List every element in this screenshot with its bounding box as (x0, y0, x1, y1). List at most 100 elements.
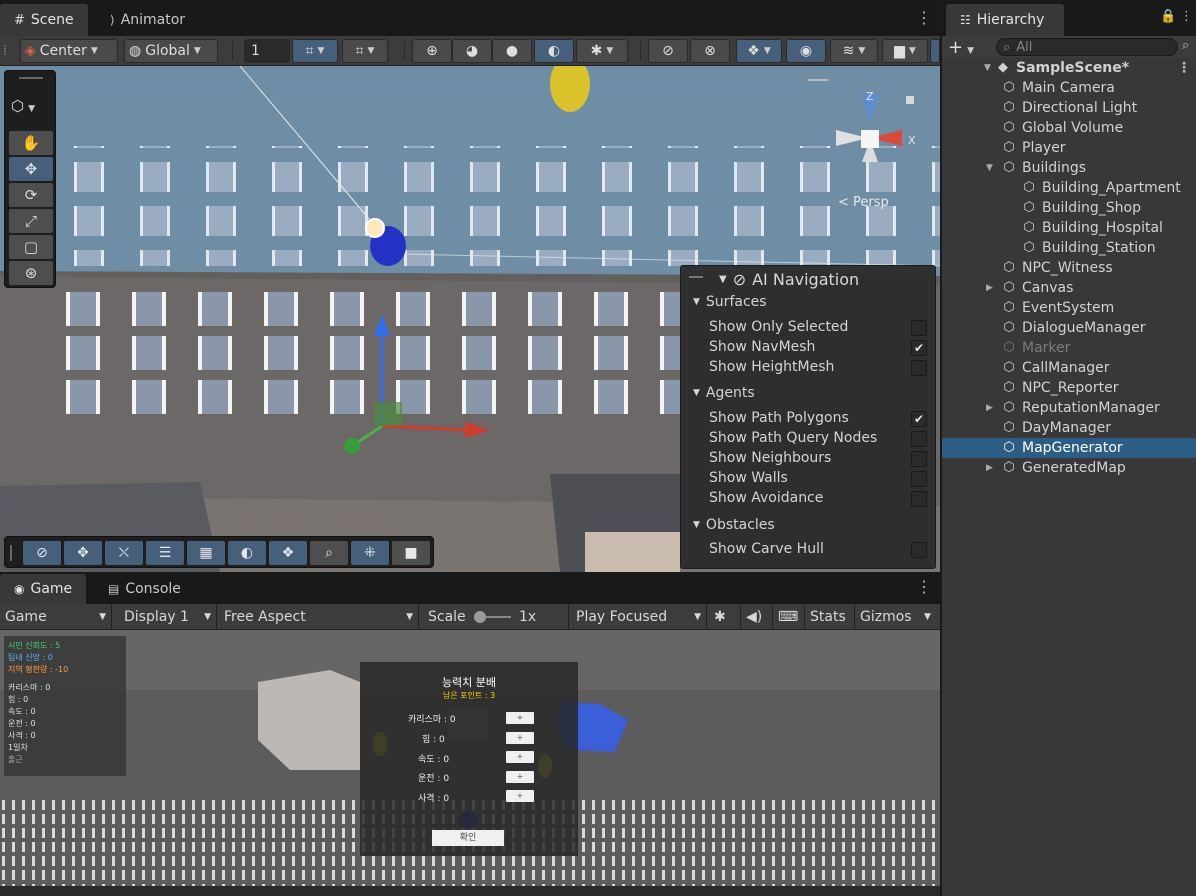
expand-arrow-icon[interactable]: ▶ (986, 283, 998, 293)
bake-button[interactable]: ⛌ (105, 541, 143, 565)
hierarchy-item[interactable]: ⬡ MapGenerator (942, 438, 1196, 458)
lit-button[interactable]: ◐ (534, 39, 574, 63)
grid-size-field[interactable]: 1 (244, 39, 290, 63)
scale-thumb[interactable] (474, 611, 486, 623)
play-mode-dropdown[interactable]: Play Focused ▼ (571, 604, 707, 630)
show-heightmesh-checkbox[interactable] (911, 360, 927, 376)
speed-plus-button[interactable]: + (506, 751, 534, 763)
section-obstacles[interactable]: ▼ Obstacles (693, 517, 775, 533)
create-button[interactable]: + ▼ (948, 37, 974, 58)
scene-more-icon[interactable]: ⋮ (916, 9, 932, 27)
search-tool-button[interactable]: ⌕ (310, 541, 348, 565)
ai-nav-header[interactable]: ▼ ⊘ AI Navigation (719, 270, 859, 289)
rect-tool-button[interactable]: ▢ (9, 235, 53, 259)
tab-hierarchy[interactable]: ☷ Hierarchy (946, 4, 1064, 36)
navmesh-tool-button[interactable]: ⊘ (23, 541, 61, 565)
tab-game[interactable]: ◉ Game (0, 574, 87, 604)
debug-draw-mode-button[interactable]: ✱ ▼ (576, 39, 628, 63)
layers-dropdown[interactable]: ≋ ▼ (830, 39, 878, 63)
transform-tool-button[interactable]: ⊛ (9, 261, 53, 285)
lock-icon[interactable]: 🔒 (1160, 9, 1176, 24)
rotate-tool-button[interactable]: ⟳ (9, 183, 53, 207)
hierarchy-item[interactable]: ⬡ Building_Apartment (942, 178, 1196, 198)
hierarchy-item[interactable]: ⬡ Marker (942, 338, 1196, 358)
show-path-polygons-checkbox[interactable]: ✔ (911, 411, 927, 427)
charisma-plus-button[interactable]: + (506, 712, 534, 724)
move-tool-button[interactable]: ✥ (9, 157, 53, 181)
aspect-dropdown[interactable]: Free Aspect ▼ (219, 604, 419, 630)
pivot-dropdown[interactable]: ◈ Center ▼ (20, 39, 118, 63)
stats-button[interactable]: Stats (805, 604, 855, 630)
hierarchy-item[interactable]: ⬡ Main Camera (942, 78, 1196, 98)
hierarchy-item[interactable]: ▶ ⬡ Canvas (942, 278, 1196, 298)
hierarchy-item[interactable]: ⬡ NPC_Reporter (942, 378, 1196, 398)
driving-plus-button[interactable]: + (506, 771, 534, 783)
2d-toggle-button[interactable]: ⊘ (648, 39, 688, 63)
show-path-query-nodes-checkbox[interactable] (911, 431, 927, 447)
scale-tool-button[interactable]: ⤢ (9, 209, 53, 233)
strength-plus-button[interactable]: + (506, 732, 534, 744)
wireframe-shading-button[interactable]: ⊕ (412, 39, 452, 63)
show-walls-checkbox[interactable] (911, 471, 927, 487)
camera-tool-button[interactable]: ■ (392, 541, 430, 565)
confirm-button[interactable]: 확인 (432, 830, 504, 846)
gizmos-toggle[interactable] (930, 39, 940, 63)
projection-label[interactable]: < Persp (838, 195, 889, 210)
hierarchy-item[interactable]: ⬡ Player (942, 138, 1196, 158)
game-view[interactable]: 시민 신뢰도 : 5 팀내 신망 : 0 지역 평판량 : -10 카리스마 :… (0, 630, 940, 892)
camera-settings-dropdown[interactable]: ▆ ▼ (882, 39, 928, 63)
overlay-drag-handle[interactable] (689, 276, 703, 278)
show-only-selected-checkbox[interactable] (911, 320, 927, 336)
overlay-drag-handle[interactable] (19, 77, 43, 79)
shaded-wireframe-button[interactable]: ◕ (452, 39, 492, 63)
hierarchy-item[interactable]: ▼ ⬡ Buildings (942, 158, 1196, 178)
lighting-toggle-button[interactable]: ⊗ (690, 39, 730, 63)
hierarchy-item[interactable]: ⬡ Directional Light (942, 98, 1196, 118)
nodes-tool-button[interactable]: ⁜ (351, 541, 389, 565)
space-dropdown[interactable]: ◍ Global ▼ (124, 39, 218, 63)
hierarchy-item[interactable]: ⬡ Global Volume (942, 118, 1196, 138)
search-options-icon[interactable]: ⌕ (1182, 38, 1189, 53)
overlay-drag-handle[interactable] (10, 545, 12, 561)
scene-root-row[interactable]: ▼ ◆ SampleScene* ⋮ (942, 58, 1196, 78)
effects-button[interactable]: ❖ ▼ (736, 39, 782, 63)
expand-arrow-icon[interactable]: ▶ (986, 403, 998, 413)
mute-audio-toggle[interactable]: ◀) (741, 604, 773, 630)
increment-snap-button[interactable]: ⌗ ▼ (342, 39, 388, 63)
move-tool-strip-button[interactable]: ✥ (64, 541, 102, 565)
tool-settings-dropdown[interactable]: ⬡ ▼ (11, 97, 35, 115)
grid-snap-button[interactable]: ⌗ ▼ (292, 39, 338, 63)
shortcuts-toggle[interactable]: ⌨ (773, 604, 805, 630)
expand-arrow-icon[interactable]: ▼ (986, 163, 998, 173)
hierarchy-item[interactable]: ▶ ⬡ GeneratedMap (942, 458, 1196, 478)
hierarchy-more-icon[interactable]: ⋮ (1180, 9, 1193, 24)
hierarchy-item[interactable]: ▶ ⬡ ReputationManager (942, 398, 1196, 418)
display-dropdown[interactable]: Display 1 ▼ (119, 604, 217, 630)
show-carve-hull-checkbox[interactable] (911, 542, 927, 558)
tab-scene[interactable]: # Scene (0, 4, 88, 36)
section-surfaces[interactable]: ▼ Surfaces (693, 294, 767, 310)
scene-more-icon[interactable]: ⋮ (1177, 60, 1191, 76)
scene-visibility-button[interactable]: ◉ (786, 39, 826, 63)
gizmos-dropdown[interactable]: ▼ (919, 604, 940, 630)
expand-arrow-icon[interactable]: ▶ (986, 463, 998, 473)
hierarchy-search-input[interactable]: ⌕ All (996, 38, 1178, 56)
hierarchy-item[interactable]: ⬡ Building_Hospital (942, 218, 1196, 238)
gizmos-button[interactable]: Gizmos (855, 604, 917, 630)
show-neighbours-checkbox[interactable] (911, 451, 927, 467)
section-agents[interactable]: ▼ Agents (693, 385, 755, 401)
game-more-icon[interactable]: ⋮ (916, 578, 932, 596)
hierarchy-item[interactable]: ⬡ Building_Shop (942, 198, 1196, 218)
scale-slider[interactable]: Scale 1x (423, 604, 569, 630)
shooting-plus-button[interactable]: + (506, 790, 534, 802)
hierarchy-item[interactable]: ⬡ CallManager (942, 358, 1196, 378)
grid-overlay-button[interactable]: ▦ (187, 541, 225, 565)
tab-animator[interactable]: ⟩ Animator (96, 4, 199, 36)
show-navmesh-checkbox[interactable]: ✔ (911, 340, 927, 356)
hierarchy-item[interactable]: ⬡ DayManager (942, 418, 1196, 438)
shaded-button[interactable]: ● (492, 39, 532, 63)
lighting-preview-button[interactable]: ◐ (228, 541, 266, 565)
settings-sliders-button[interactable]: ☰ (146, 541, 184, 565)
debug-toggle[interactable]: ✱ (709, 604, 741, 630)
game-mode-dropdown[interactable]: Game ▼ (0, 604, 112, 630)
